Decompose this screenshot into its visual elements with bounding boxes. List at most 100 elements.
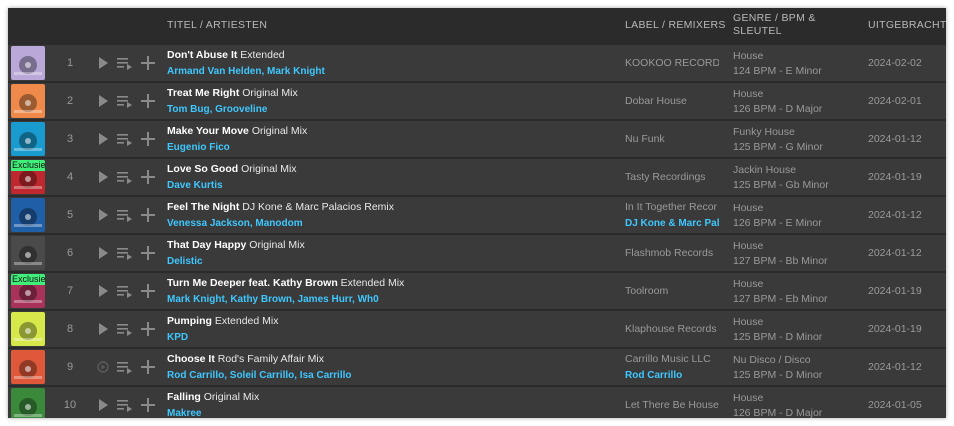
add-to-queue-icon[interactable] — [117, 398, 132, 412]
track-artists[interactable]: Dave Kurtis — [167, 180, 617, 192]
track-name: Pumping — [167, 315, 212, 327]
track-label[interactable]: Klaphouse Records — [625, 311, 719, 348]
column-header-title[interactable]: TITEL / ARTIESTEN — [167, 19, 267, 32]
track-title[interactable]: Love So Good Original Mix — [167, 163, 617, 176]
track-genre[interactable]: House — [733, 315, 863, 330]
play-icon[interactable] — [96, 398, 110, 412]
album-artwork[interactable]: Exclusie — [11, 160, 45, 194]
add-to-queue-icon[interactable] — [117, 246, 132, 260]
track-row[interactable]: 6 That Day Happy Original Mix Delistic Flas… — [8, 234, 946, 271]
add-to-queue-icon[interactable] — [117, 56, 132, 70]
play-icon[interactable] — [96, 132, 110, 146]
track-name: Love So Good — [167, 163, 239, 175]
track-genre[interactable]: Nu Disco / Disco — [733, 353, 863, 368]
add-to-playlist-icon[interactable] — [141, 322, 155, 336]
track-label[interactable]: KOOKOO RECORDS — [625, 45, 719, 82]
track-row[interactable]: Exclusie 4 Love So Good Original Mix Dave K… — [8, 158, 946, 195]
album-artwork[interactable] — [11, 236, 45, 270]
track-artists[interactable]: Mark Knight, Kathy Brown, James Hurr, Wh… — [167, 294, 617, 306]
add-to-playlist-icon[interactable] — [141, 94, 155, 108]
add-to-queue-icon[interactable] — [117, 132, 132, 146]
track-artists[interactable]: Rod Carrillo, Soleil Carrillo, Isa Carri… — [167, 370, 617, 382]
track-artists[interactable]: Delistic — [167, 256, 617, 268]
track-title[interactable]: Treat Me Right Original Mix — [167, 87, 617, 100]
play-icon[interactable] — [96, 360, 110, 374]
add-to-queue-icon[interactable] — [117, 208, 132, 222]
track-genre[interactable]: Funky House — [733, 125, 863, 140]
track-bpm-key: 126 BPM - D Major — [733, 407, 823, 418]
track-artists[interactable]: Eugenio Fico — [167, 142, 617, 154]
track-label[interactable]: Carrillo Music LLC — [625, 353, 711, 365]
play-icon[interactable] — [96, 56, 110, 70]
track-title[interactable]: Make Your Move Original Mix — [167, 125, 617, 138]
column-header-genre[interactable]: GENRE / BPM & SLEUTEL — [733, 12, 816, 38]
track-remixer[interactable]: DJ Kone & Marc Pala — [625, 217, 719, 230]
add-to-playlist-icon[interactable] — [141, 284, 155, 298]
track-row[interactable]: 3 Make Your Move Original Mix Eugenio Fico… — [8, 120, 946, 157]
play-icon[interactable] — [96, 170, 110, 184]
add-to-queue-icon[interactable] — [117, 170, 132, 184]
track-row[interactable]: 5 Feel The Night DJ Kone & Marc Palacios … — [8, 196, 946, 233]
track-genre[interactable]: House — [733, 277, 863, 292]
track-genre[interactable]: House — [733, 49, 863, 64]
track-title[interactable]: Choose It Rod's Family Affair Mix — [167, 353, 617, 366]
track-title[interactable]: Don't Abuse It Extended — [167, 49, 617, 62]
play-icon[interactable] — [96, 246, 110, 260]
album-artwork[interactable] — [11, 84, 45, 118]
track-title[interactable]: Falling Original Mix — [167, 391, 617, 404]
track-genre[interactable]: House — [733, 201, 863, 216]
add-to-playlist-icon[interactable] — [141, 246, 155, 260]
track-label[interactable]: Let There Be House — [625, 387, 719, 418]
track-genre-bpm: Funky House 125 BPM - G Minor — [733, 125, 863, 155]
play-icon[interactable] — [96, 94, 110, 108]
track-artists[interactable]: Makree — [167, 408, 617, 418]
track-label[interactable]: Flashmob Records — [625, 235, 719, 272]
column-header-label[interactable]: LABEL / REMIXERS — [625, 19, 726, 32]
track-label[interactable]: Toolroom — [625, 273, 719, 310]
track-remixer[interactable]: Rod Carrillo — [625, 369, 719, 382]
track-title[interactable]: Pumping Extended Mix — [167, 315, 617, 328]
add-to-queue-icon[interactable] — [117, 94, 132, 108]
add-to-playlist-icon[interactable] — [141, 208, 155, 222]
track-row[interactable]: 10 Falling Original Mix Makree Let There Be… — [8, 386, 946, 418]
add-to-queue-icon[interactable] — [117, 284, 132, 298]
track-title[interactable]: That Day Happy Original Mix — [167, 239, 617, 252]
album-artwork[interactable] — [11, 388, 45, 418]
add-to-playlist-icon[interactable] — [141, 132, 155, 146]
track-genre[interactable]: House — [733, 239, 863, 254]
album-artwork[interactable] — [11, 122, 45, 156]
track-genre[interactable]: House — [733, 87, 863, 102]
album-artwork[interactable] — [11, 198, 45, 232]
track-title[interactable]: Feel The Night DJ Kone & Marc Palacios R… — [167, 201, 617, 214]
add-to-playlist-icon[interactable] — [141, 360, 155, 374]
track-label[interactable]: Tasty Recordings — [625, 159, 719, 196]
add-to-playlist-icon[interactable] — [141, 56, 155, 70]
track-row[interactable]: Exclusie 7 Turn Me Deeper feat. Kathy Brow… — [8, 272, 946, 309]
album-artwork[interactable]: Exclusie — [11, 274, 45, 308]
album-artwork[interactable] — [11, 312, 45, 346]
track-label[interactable]: Nu Funk — [625, 121, 719, 158]
track-row[interactable]: 1 Don't Abuse It Extended Armand Van Helde… — [8, 44, 946, 81]
add-to-queue-icon[interactable] — [117, 322, 132, 336]
track-label[interactable]: Dobar House — [625, 83, 719, 120]
track-genre[interactable]: House — [733, 391, 863, 406]
play-icon[interactable] — [96, 322, 110, 336]
track-title[interactable]: Turn Me Deeper feat. Kathy Brown Extende… — [167, 277, 617, 290]
track-genre[interactable]: Jackin House — [733, 163, 863, 178]
track-row[interactable]: 9 Choose It Rod's Family Affair Mix Rod Ca… — [8, 348, 946, 385]
track-artists[interactable]: Venessa Jackson, Manodom — [167, 218, 617, 230]
album-artwork[interactable] — [11, 46, 45, 80]
track-artists[interactable]: Tom Bug, Grooveline — [167, 104, 617, 116]
track-artists[interactable]: Armand Van Helden, Mark Knight — [167, 66, 617, 78]
track-row[interactable]: 2 Treat Me Right Original Mix Tom Bug, Gro… — [8, 82, 946, 119]
add-to-playlist-icon[interactable] — [141, 398, 155, 412]
play-icon[interactable] — [96, 208, 110, 222]
track-row[interactable]: 8 Pumping Extended Mix KPD Klaphouse Record… — [8, 310, 946, 347]
play-icon[interactable] — [96, 284, 110, 298]
album-artwork[interactable] — [11, 350, 45, 384]
add-to-playlist-icon[interactable] — [141, 170, 155, 184]
track-artists[interactable]: KPD — [167, 332, 617, 344]
add-to-queue-icon[interactable] — [117, 360, 132, 374]
column-header-released[interactable]: UITGEBRACHT — [868, 19, 946, 32]
track-label[interactable]: In It Together Recor — [625, 201, 717, 213]
